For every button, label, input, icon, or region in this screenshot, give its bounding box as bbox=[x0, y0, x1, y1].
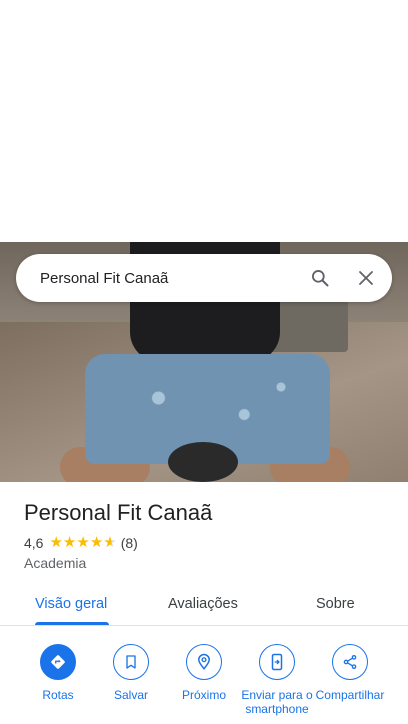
star-icon: ★ bbox=[49, 534, 63, 551]
star-icon: ★ bbox=[76, 534, 90, 551]
share-label: Compartilhar bbox=[315, 688, 385, 702]
star-icon: ★ bbox=[89, 534, 104, 551]
send-to-phone-label: Enviar para o smartphone bbox=[241, 688, 313, 716]
tab-about[interactable]: Sobre bbox=[316, 596, 355, 612]
save-button[interactable]: Salvar bbox=[94, 644, 168, 702]
send-to-phone-icon bbox=[259, 644, 295, 680]
tab-reviews[interactable]: Avaliações bbox=[168, 596, 238, 612]
place-title: Personal Fit Canaã bbox=[24, 500, 213, 525]
photo-seat bbox=[168, 442, 238, 482]
place-category[interactable]: Academia bbox=[24, 555, 86, 571]
rating-value: 4,6 bbox=[24, 535, 44, 551]
star-icon: ★ bbox=[62, 534, 77, 551]
rating-row[interactable]: 4,6 ★ ★ ★ ★ ★ (8) bbox=[24, 535, 138, 552]
star-icon: ★ bbox=[103, 534, 117, 551]
save-label: Salvar bbox=[113, 688, 148, 702]
share-icon bbox=[332, 644, 368, 680]
directions-button[interactable]: Rotas bbox=[21, 644, 95, 702]
nearby-button[interactable]: Próximo bbox=[167, 644, 241, 702]
directions-icon bbox=[40, 644, 76, 680]
nearby-icon bbox=[186, 644, 222, 680]
close-icon[interactable] bbox=[346, 258, 386, 298]
search-icon[interactable] bbox=[300, 258, 340, 298]
action-row: Rotas Salvar Próximo Enviar para o smart… bbox=[0, 640, 408, 724]
tab-overview[interactable]: Visão geral bbox=[35, 596, 107, 612]
share-button[interactable]: Compartilhar bbox=[313, 644, 387, 702]
send-to-phone-button[interactable]: Enviar para o smartphone bbox=[240, 644, 314, 716]
bookmark-icon bbox=[113, 644, 149, 680]
directions-label: Rotas bbox=[42, 688, 74, 702]
tab-bar: Visão geral Avaliações Sobre bbox=[0, 588, 408, 626]
rating-stars: ★ ★ ★ ★ ★ bbox=[49, 535, 116, 551]
search-input[interactable]: Personal Fit Canaã bbox=[40, 270, 300, 287]
active-tab-indicator bbox=[35, 622, 109, 625]
search-bar[interactable]: Personal Fit Canaã bbox=[16, 254, 392, 302]
nearby-label: Próximo bbox=[181, 688, 226, 702]
review-count[interactable]: (8) bbox=[121, 535, 138, 551]
